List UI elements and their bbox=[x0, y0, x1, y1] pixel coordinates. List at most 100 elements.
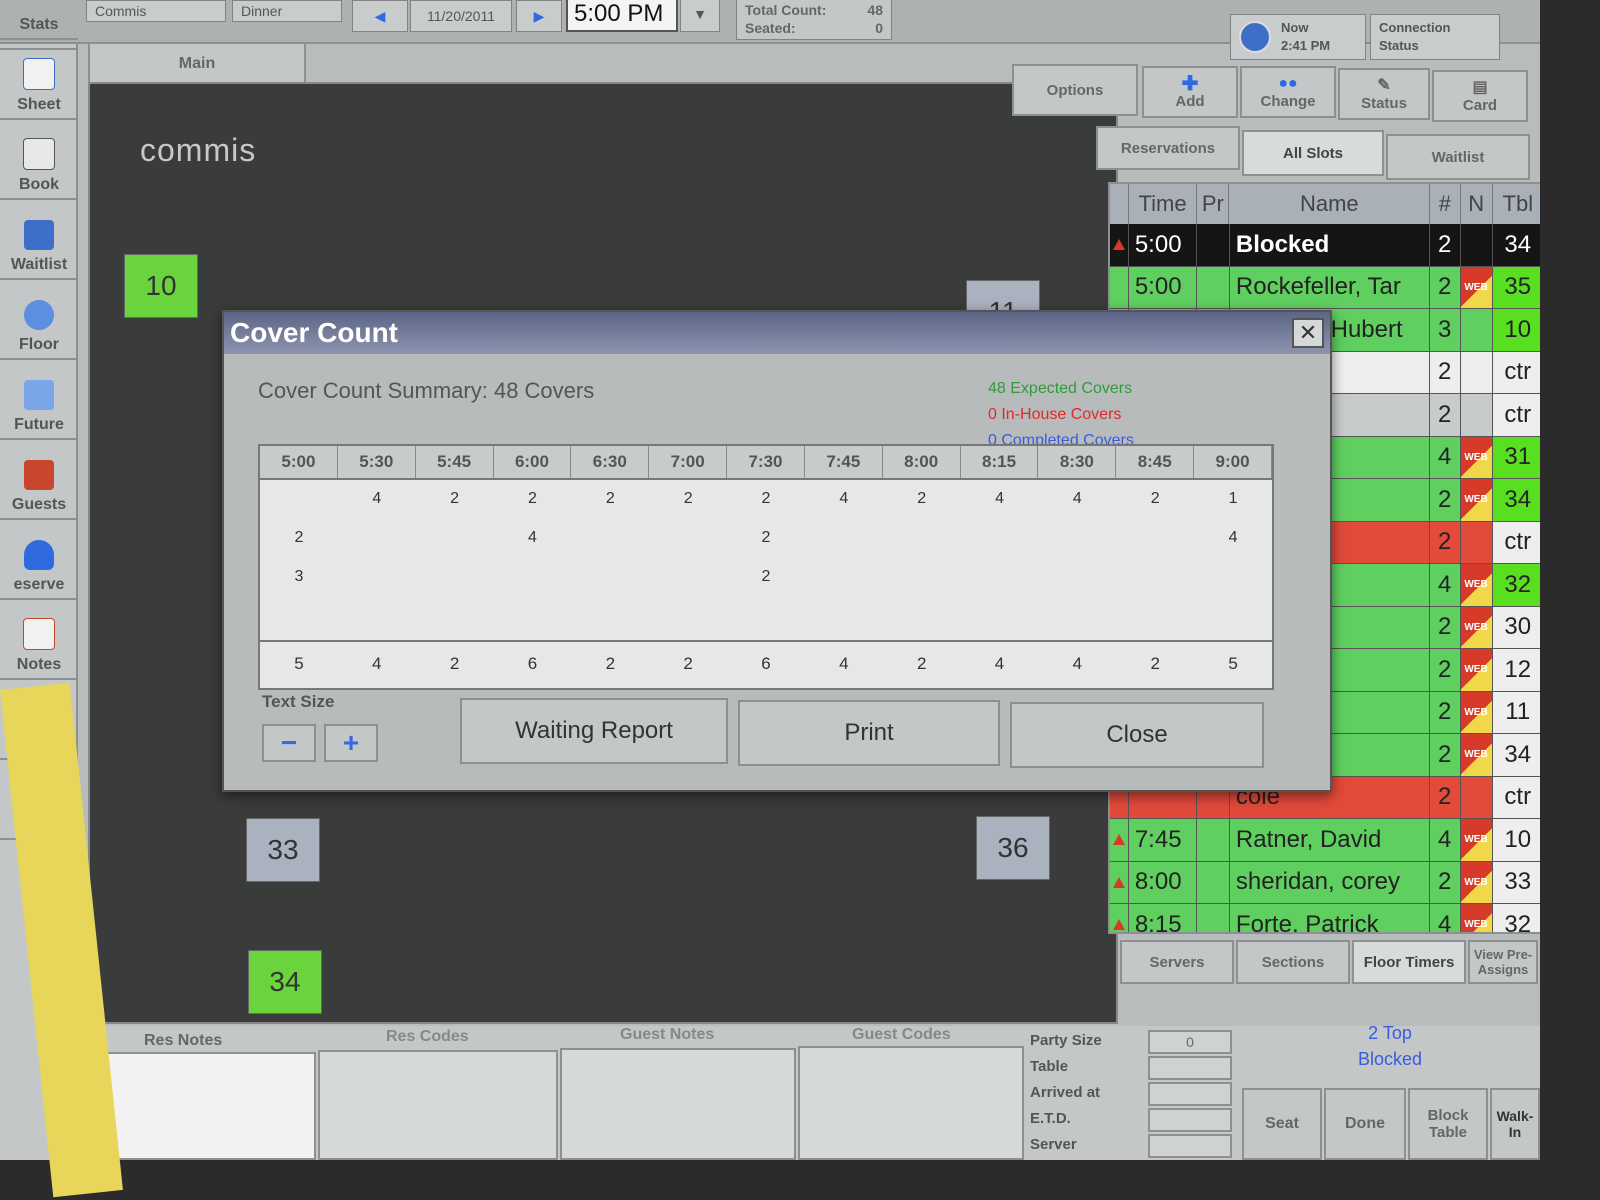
row-table: 32 bbox=[1492, 564, 1540, 606]
time-dropdown-button[interactable]: ▼ bbox=[680, 0, 720, 32]
table-field[interactable] bbox=[1148, 1056, 1232, 1080]
text-size-decrease-button[interactable]: − bbox=[262, 724, 316, 762]
connection-status[interactable]: Connection Status bbox=[1370, 14, 1500, 60]
nav-guests[interactable]: Guests bbox=[0, 440, 78, 520]
dialog-close-button[interactable]: ✕ bbox=[1292, 318, 1324, 348]
print-label: Print bbox=[844, 719, 894, 746]
server-field[interactable] bbox=[1148, 1134, 1232, 1158]
close-button[interactable]: Close bbox=[1010, 702, 1264, 768]
card-button[interactable]: ▤ Card bbox=[1432, 70, 1528, 122]
total-count-value: 48 bbox=[867, 2, 883, 18]
arrow-left-icon: ◀ bbox=[374, 7, 386, 24]
row-notes: WEB bbox=[1460, 436, 1493, 478]
floor-table-36[interactable]: 36 bbox=[976, 816, 1050, 880]
slot-total: 2 bbox=[449, 654, 460, 673]
nav-sheet[interactable]: Sheet bbox=[0, 40, 78, 120]
plus-icon: + bbox=[342, 727, 360, 758]
text-size-increase-button[interactable]: + bbox=[324, 724, 378, 762]
shift-select[interactable]: Dinner bbox=[232, 0, 342, 22]
floor-table-10[interactable]: 10 bbox=[124, 254, 198, 318]
tab-floor-timers[interactable]: Floor Timers bbox=[1352, 940, 1466, 984]
row-notes: WEB bbox=[1460, 691, 1493, 733]
floor-table-34[interactable]: 34 bbox=[248, 950, 322, 1014]
floor-table-33[interactable]: 33 bbox=[246, 818, 320, 882]
col-notes[interactable]: N bbox=[1461, 184, 1493, 224]
col-flag bbox=[1110, 184, 1129, 224]
tab-waitlist[interactable]: Waitlist bbox=[1386, 134, 1530, 180]
slot-header: 9:00 bbox=[1194, 446, 1272, 478]
done-button[interactable]: Done bbox=[1324, 1088, 1406, 1160]
prev-date-button[interactable]: ◀ bbox=[352, 0, 408, 32]
row-table: 34 bbox=[1492, 224, 1540, 266]
options-button[interactable]: Options bbox=[1012, 64, 1138, 116]
row-table: ctr bbox=[1492, 394, 1540, 436]
row-table: 10 bbox=[1492, 819, 1540, 861]
reservation-row[interactable]: 7:45 Ratner, David 4 WEB 10 bbox=[1110, 819, 1540, 862]
print-button[interactable]: Print bbox=[738, 700, 1000, 766]
party-size-field[interactable]: 0 bbox=[1148, 1030, 1232, 1054]
legend-expected: 48 Expected Covers bbox=[988, 380, 1133, 397]
reservation-row[interactable]: 5:00 Rockefeller, Tar 2 WEB 35 bbox=[1110, 266, 1540, 309]
col-table[interactable]: Tbl bbox=[1493, 184, 1540, 224]
nav-floor[interactable]: Floor bbox=[0, 280, 78, 360]
cover-cell: 4 bbox=[1228, 529, 1238, 546]
date-field[interactable]: 11/20/2011 bbox=[410, 0, 512, 32]
tab-main[interactable]: Main bbox=[88, 42, 306, 86]
nav-stats[interactable]: Stats bbox=[0, 0, 78, 40]
row-count: 2 bbox=[1430, 266, 1461, 308]
tab-servers[interactable]: Servers bbox=[1120, 940, 1234, 984]
res-notes-box[interactable] bbox=[90, 1052, 316, 1160]
row-count: 2 bbox=[1430, 521, 1461, 563]
arrived-label: Arrived at bbox=[1030, 1084, 1101, 1101]
next-date-button[interactable]: ▶ bbox=[516, 0, 562, 32]
status-button[interactable]: ✎ Status bbox=[1338, 68, 1430, 120]
row-count: 2 bbox=[1430, 394, 1461, 436]
tab-sections[interactable]: Sections bbox=[1236, 940, 1350, 984]
tab-sections-label: Sections bbox=[1261, 953, 1325, 971]
nav-future[interactable]: Future bbox=[0, 360, 78, 440]
web-badge: WEB bbox=[1460, 564, 1492, 606]
seat-button[interactable]: Seat bbox=[1242, 1088, 1322, 1160]
row-count: 2 bbox=[1430, 224, 1461, 266]
arrived-field[interactable] bbox=[1148, 1082, 1232, 1106]
nav-book[interactable]: Book bbox=[0, 120, 78, 200]
etd-field[interactable] bbox=[1148, 1108, 1232, 1132]
res-notes-header: Res Notes bbox=[144, 1032, 223, 1049]
minus-icon: − bbox=[280, 727, 298, 758]
now-label: Now bbox=[1281, 20, 1309, 35]
nav-reserve-label: eserve bbox=[13, 576, 65, 593]
row-table: ctr bbox=[1492, 521, 1540, 563]
tab-view-pre-assigns[interactable]: View Pre-Assigns bbox=[1468, 940, 1538, 984]
book-icon bbox=[23, 138, 55, 170]
col-count[interactable]: # bbox=[1430, 184, 1461, 224]
reservation-row[interactable]: 5:00 Blocked 2 34 bbox=[1110, 224, 1540, 267]
reservation-row[interactable]: 8:15 Forte, Patrick 4 WEB 32 bbox=[1110, 904, 1540, 932]
col-time[interactable]: Time bbox=[1129, 184, 1198, 224]
add-button[interactable]: ✚ Add bbox=[1142, 66, 1238, 118]
time-select[interactable]: 5:00 PM bbox=[566, 0, 678, 32]
legend-in-house: 0 In-House Covers bbox=[988, 406, 1122, 423]
row-flag bbox=[1110, 819, 1129, 861]
tab-all-slots[interactable]: All Slots bbox=[1242, 130, 1384, 176]
change-button[interactable]: ●● Change bbox=[1240, 66, 1336, 118]
seated-value: 0 bbox=[875, 20, 883, 36]
nav-waitlist[interactable]: Waitlist bbox=[0, 200, 78, 280]
guest-notes-box[interactable] bbox=[560, 1048, 796, 1160]
guest-codes-box[interactable] bbox=[798, 1046, 1024, 1160]
nav-notes[interactable]: Notes bbox=[0, 600, 78, 680]
walk-in-button[interactable]: Walk-In bbox=[1490, 1088, 1540, 1160]
location-select[interactable]: Commis bbox=[86, 0, 226, 22]
nav-future-label: Future bbox=[14, 416, 64, 433]
tab-reservations[interactable]: Reservations bbox=[1096, 126, 1240, 170]
col-name[interactable]: Name bbox=[1229, 184, 1431, 224]
add-label: Add bbox=[1175, 92, 1205, 110]
slot-header: 7:30 bbox=[727, 446, 805, 478]
waiting-report-button[interactable]: Waiting Report bbox=[460, 698, 728, 764]
col-priority[interactable]: Pr bbox=[1197, 184, 1230, 224]
block-table-label: Block Table bbox=[1427, 1107, 1469, 1141]
reservation-row[interactable]: 8:00 sheridan, corey 2 WEB 33 bbox=[1110, 861, 1540, 904]
block-table-button[interactable]: Block Table bbox=[1408, 1088, 1488, 1160]
cover-cell: 2 bbox=[917, 490, 927, 507]
nav-reserve[interactable]: eserve bbox=[0, 520, 78, 600]
res-codes-box[interactable] bbox=[318, 1050, 558, 1160]
